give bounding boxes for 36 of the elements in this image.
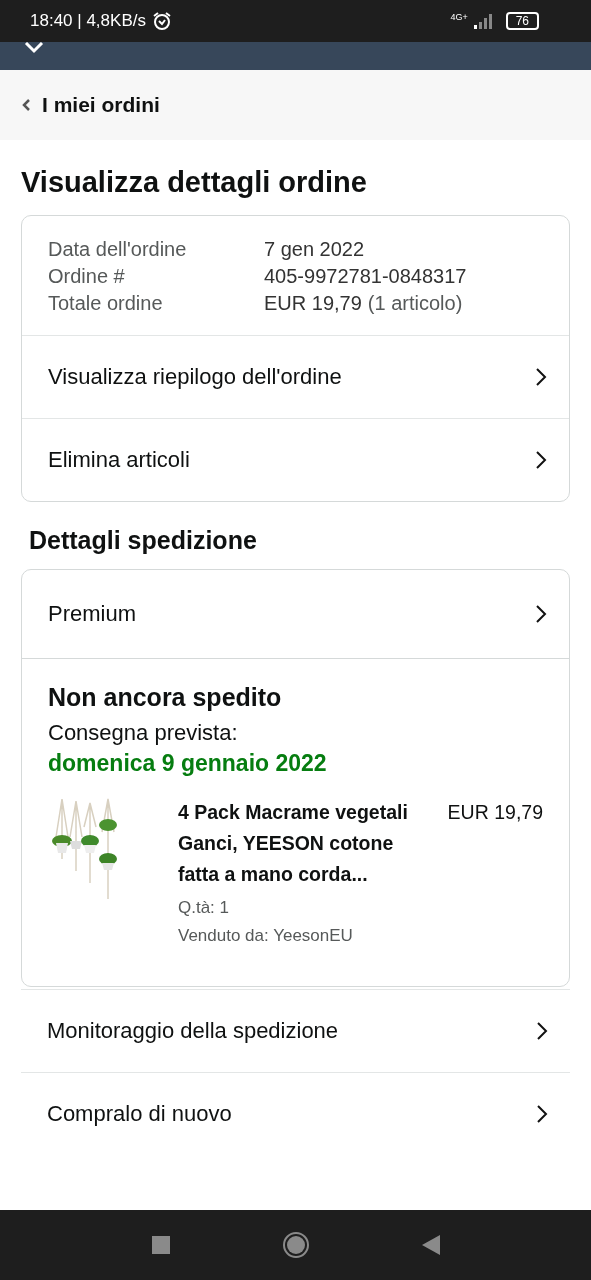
info-value: EUR 19,79 (1 articolo) (264, 292, 464, 315)
info-label: Ordine # (48, 265, 126, 288)
chevron-right-icon (536, 1104, 548, 1124)
chevron-right-icon (535, 604, 547, 624)
product-quantity: Q.tà: 1 (178, 898, 231, 918)
shipping-service-row[interactable]: Premium (22, 570, 569, 658)
shipment-status: Non ancora spedito (48, 683, 283, 712)
shipment-action-row[interactable]: Compralo di nuovo (21, 1072, 570, 1155)
recent-apps-icon[interactable] (151, 1236, 170, 1254)
back-triangle-icon[interactable] (421, 1235, 440, 1255)
chevron-down-icon (24, 42, 44, 54)
order-action-row[interactable]: Visualizza riepilogo dell'ordine (22, 335, 569, 418)
product-price: EUR 19,79 (447, 800, 543, 825)
back-link[interactable]: I miei ordini (22, 93, 160, 117)
info-label: Totale ordine (48, 292, 164, 315)
section-title: Dettagli spedizione (29, 526, 258, 555)
back-icon (22, 98, 32, 112)
signal-icon (473, 13, 492, 29)
alarm-clock-icon (151, 11, 172, 31)
product-seller: Venduto da: YeesonEU (178, 926, 354, 946)
status-time: 18:40 | 4,8KB/s (30, 11, 146, 31)
info-value: 405-9972781-0848317 (264, 265, 468, 288)
order-action-row[interactable]: Elimina articoli (22, 418, 569, 501)
network-label: 4G+ (450, 12, 468, 22)
page-title: Visualizza dettagli ordine (21, 166, 368, 199)
info-value: 7 gen 2022 (264, 238, 366, 261)
delivery-date: domenica 9 gennaio 2022 (48, 750, 328, 777)
info-label: Data dell'ordine (48, 238, 188, 261)
delivery-label: Consegna prevista: (48, 720, 239, 746)
battery-indicator: 76 (505, 12, 539, 30)
chevron-right-icon (536, 1021, 548, 1041)
chevron-right-icon (535, 450, 547, 470)
chevron-right-icon (535, 367, 547, 387)
home-icon[interactable] (281, 1231, 310, 1259)
shipment-action-row[interactable]: Monitoraggio della spedizione (21, 989, 570, 1072)
product-name[interactable]: 4 Pack Macrame vegetali Ganci, YEESON cotone fatta a mano corda... (178, 797, 414, 890)
